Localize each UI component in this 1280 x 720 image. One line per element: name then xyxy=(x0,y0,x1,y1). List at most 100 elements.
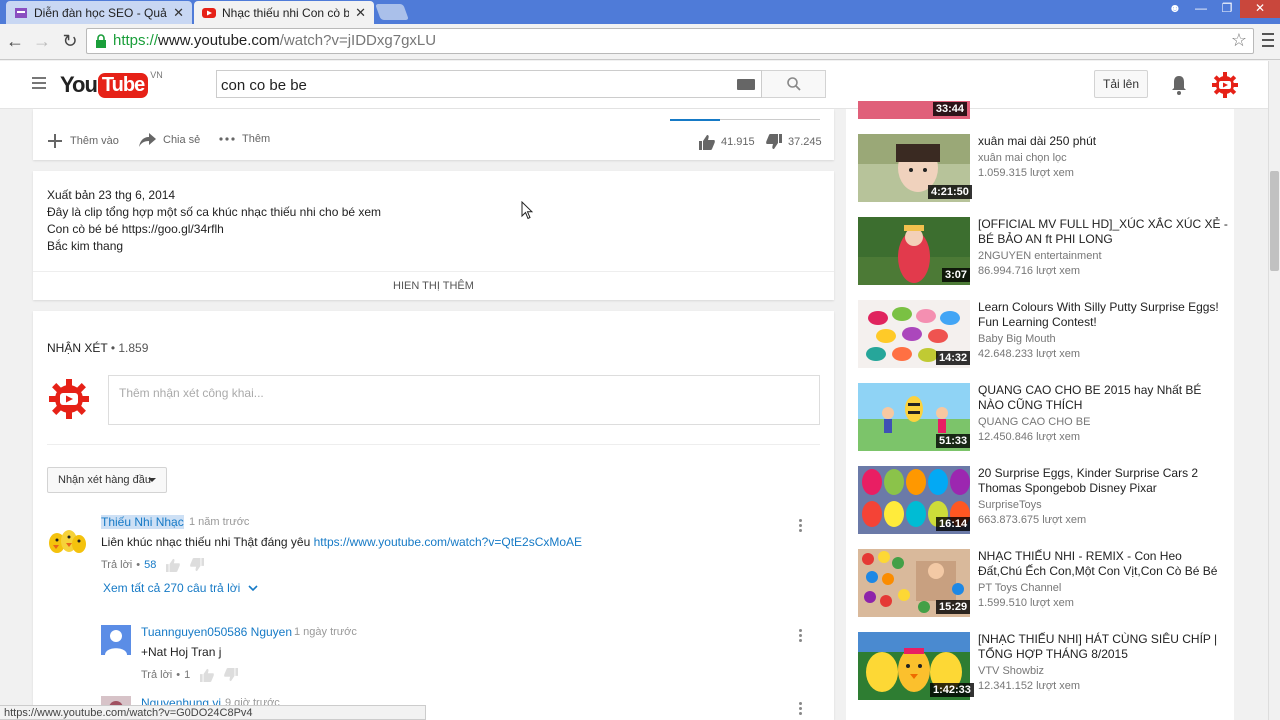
search-button[interactable] xyxy=(762,70,826,98)
video-title[interactable]: [OFFICIAL MV FULL HD]_XÚC XẮC XÚC XẺ - B… xyxy=(978,217,1228,247)
divider xyxy=(47,444,820,445)
browser-menu-icon[interactable] xyxy=(1262,32,1274,48)
browser-tab-youtube[interactable]: Nhạc thiếu nhi Con cò bé ✕ xyxy=(194,1,374,24)
show-more-button[interactable]: HIEN THỊ THÊM xyxy=(33,280,834,292)
comment-menu-icon[interactable] xyxy=(799,519,803,534)
video-title[interactable]: NHẠC THIẾU NHI - REMIX - Con Heo Đất,Chú… xyxy=(978,549,1228,579)
comment-author[interactable]: Thiếu Nhi Nhạc xyxy=(101,515,184,529)
reload-icon[interactable]: ↻ xyxy=(59,30,81,52)
related-video-item[interactable]: 51:33 QUANG CAO CHO BE 2015 hay Nhất BÉ … xyxy=(858,383,1228,451)
bookmark-star-icon[interactable]: ☆ xyxy=(1231,30,1247,51)
commenter-avatar[interactable] xyxy=(101,625,131,655)
back-icon[interactable]: ← xyxy=(4,30,26,52)
browser-toolbar: ← → ↻ https://www.youtube.com/watch?v=jI… xyxy=(0,24,1280,60)
account-avatar-icon[interactable] xyxy=(1212,72,1238,98)
comment-actions: Trả lời • 58 xyxy=(101,558,205,572)
video-views: 42.648.233 lượt xem xyxy=(978,348,1081,360)
add-to-button[interactable]: Thêm vào xyxy=(47,133,119,149)
related-videos-sidebar: 33:44 4:21:50 xuân mai dài 250 phút xuân… xyxy=(846,101,1234,720)
sort-comments-dropdown[interactable]: Nhận xét hàng đầu xyxy=(47,467,167,493)
video-channel: 2NGUYEN entertainment xyxy=(978,250,1102,262)
video-channel: SurpriseToys xyxy=(978,499,1042,511)
comment-time: 1 ngày trước xyxy=(294,626,357,638)
notifications-bell-icon[interactable] xyxy=(1170,74,1188,96)
reply-button[interactable]: Trả lời xyxy=(101,559,132,571)
reply-item: Tuannguyen050586 Nguyen 1 ngày trước +Na… xyxy=(101,625,821,685)
video-title[interactable]: 20 Surprise Eggs, Kinder Surprise Cars 2… xyxy=(978,466,1228,496)
page-scrollbar[interactable] xyxy=(1268,61,1280,720)
search-icon xyxy=(787,77,801,91)
youtube-logo[interactable]: You Tube VN xyxy=(60,70,163,100)
minimize-icon[interactable]: — xyxy=(1188,0,1214,18)
dislike-ratio-bar xyxy=(720,119,820,120)
forward-icon[interactable]: → xyxy=(31,30,53,52)
like-ratio-bar xyxy=(670,119,720,121)
related-video-item[interactable]: 3:07 [OFFICIAL MV FULL HD]_XÚC XẮC XÚC X… xyxy=(858,217,1228,285)
comment-like-count: 1 xyxy=(184,669,191,681)
comment-actions: Trả lời • 1 xyxy=(141,668,239,682)
address-bar[interactable]: https://www.youtube.com/watch?v=jIDDxg7g… xyxy=(86,28,1254,54)
description-line: Con cò bé bé https://goo.gl/34rflh xyxy=(47,222,224,236)
comment-like-count: 58 xyxy=(144,559,157,571)
my-avatar-icon xyxy=(49,379,89,419)
description-line: Bắc kim thang xyxy=(47,239,124,253)
comment-menu-icon[interactable] xyxy=(799,629,803,644)
related-video-item[interactable]: 33:44 xyxy=(858,101,1228,119)
keyboard-icon[interactable] xyxy=(737,79,755,90)
user-profile-icon[interactable]: ☻ xyxy=(1162,0,1188,18)
video-channel: VTV Showbiz xyxy=(978,665,1045,677)
comment-author[interactable]: Tuannguyen050586 Nguyen xyxy=(141,625,292,639)
close-tab-icon[interactable]: ✕ xyxy=(173,5,184,21)
guide-menu-icon[interactable] xyxy=(32,77,46,92)
scrollbar-thumb[interactable] xyxy=(1270,171,1279,271)
view-all-replies-link[interactable]: Xem tất cả 270 câu trả lời xyxy=(103,581,258,595)
comment-link[interactable]: https://www.youtube.com/watch?v=QtE2sCxM… xyxy=(314,535,582,549)
related-video-item[interactable]: 1:42:33 [NHẠC THIẾU NHI] HÁT CÙNG SIÊU C… xyxy=(858,632,1228,700)
related-video-item[interactable]: 16:14 20 Surprise Eggs, Kinder Surprise … xyxy=(858,466,1228,534)
comment-menu-icon[interactable] xyxy=(799,702,803,717)
description-line: Đây là clip tổng hợp một số ca khúc nhạc… xyxy=(47,205,382,219)
comment-input[interactable]: Thêm nhận xét công khai... xyxy=(108,375,820,425)
related-video-item[interactable]: 4:21:50 xuân mai dài 250 phút xuân mai c… xyxy=(858,134,1228,202)
more-actions-button[interactable]: Thêm xyxy=(219,133,270,145)
video-title[interactable]: [NHẠC THIẾU NHI] HÁT CÙNG SIÊU CHÍP | TỔ… xyxy=(978,632,1228,662)
dislike-button[interactable]: 37.245 xyxy=(766,134,822,150)
status-bar: https://www.youtube.com/watch?v=G0DO24C8… xyxy=(0,705,426,720)
plus-icon xyxy=(48,134,62,148)
thumbs-down-icon[interactable] xyxy=(190,558,205,572)
close-window-icon[interactable]: ✕ xyxy=(1240,0,1280,18)
video-views: 12.341.152 lượt xem xyxy=(978,680,1081,692)
video-title[interactable]: xuân mai dài 250 phút xyxy=(978,134,1228,149)
share-button[interactable]: Chia sẻ xyxy=(139,133,200,147)
like-button[interactable]: 41.915 xyxy=(699,134,755,150)
reply-button[interactable]: Trả lời xyxy=(141,669,172,681)
search-input[interactable]: con co be be xyxy=(216,70,762,98)
comment-time: 1 năm trước xyxy=(189,516,250,528)
chevron-down-icon xyxy=(248,585,258,592)
video-channel: QUANG CAO CHO BE xyxy=(978,416,1091,428)
thumbs-down-icon xyxy=(766,134,782,149)
upload-button[interactable]: Tải lên xyxy=(1094,70,1148,98)
comments-header: NHẬN XÉT • 1.859 xyxy=(47,341,149,355)
thumbs-up-icon[interactable] xyxy=(166,558,181,572)
video-channel: PT Toys Channel xyxy=(978,582,1062,594)
browser-tab-bar: Diễn đàn học SEO - Quảng ✕ Nhạc thiếu nh… xyxy=(0,0,1280,24)
video-title[interactable]: Learn Colours With Silly Putty Surprise … xyxy=(978,300,1228,330)
comment-text: Liên khúc nhạc thiếu nhi Thật đáng yêu h… xyxy=(101,535,583,549)
related-video-item[interactable]: 14:32 Learn Colours With Silly Putty Sur… xyxy=(858,300,1228,368)
video-views: 86.994.716 lượt xem xyxy=(978,265,1081,277)
restore-icon[interactable]: ❐ xyxy=(1214,0,1240,18)
browser-tab-seo[interactable]: Diễn đàn học SEO - Quảng ✕ xyxy=(6,1,192,24)
related-video-item[interactable]: 15:29 NHẠC THIẾU NHI - REMIX - Con Heo Đ… xyxy=(858,549,1228,617)
video-views: 1.059.315 lượt xem xyxy=(978,167,1074,179)
video-thumbnail[interactable]: 33:44 xyxy=(858,101,970,119)
close-tab-icon[interactable]: ✕ xyxy=(355,5,366,21)
video-channel: xuân mai chọn lọc xyxy=(978,152,1067,164)
commenter-avatar[interactable] xyxy=(47,523,87,557)
share-icon xyxy=(139,133,156,147)
thumbs-down-icon[interactable] xyxy=(224,668,239,682)
video-views: 1.599.510 lượt xem xyxy=(978,597,1074,609)
video-title[interactable]: QUANG CAO CHO BE 2015 hay Nhất BÉ NÀO CŨ… xyxy=(978,383,1228,413)
new-tab-button[interactable] xyxy=(375,4,409,20)
thumbs-up-icon[interactable] xyxy=(200,668,215,682)
